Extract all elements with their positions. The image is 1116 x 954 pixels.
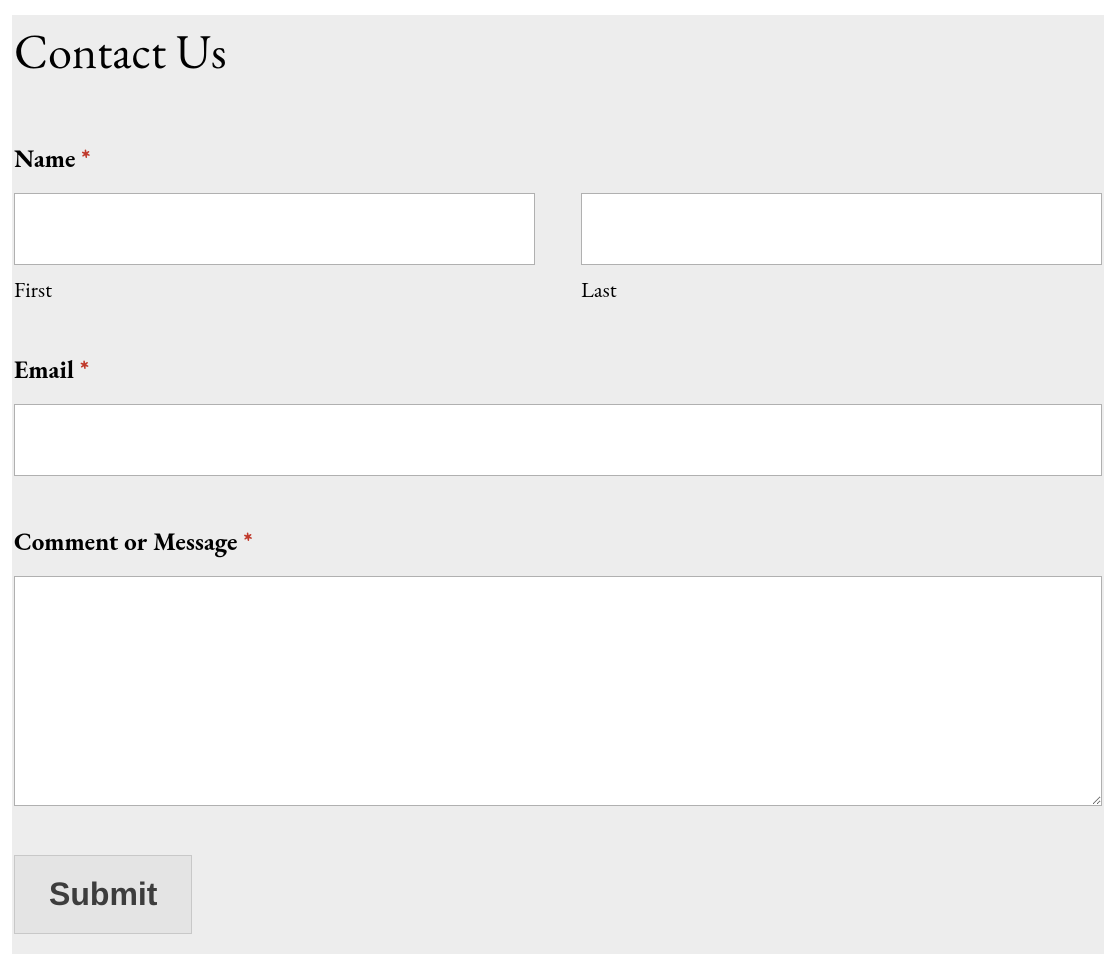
last-name-sublabel: Last (581, 275, 1102, 304)
field-group-email: Email * (12, 354, 1104, 476)
page: Contact Us Name * First Last Email (0, 15, 1116, 954)
email-input[interactable] (14, 404, 1102, 476)
email-required-mark: * (80, 354, 89, 386)
last-name-input[interactable] (581, 193, 1102, 265)
email-label-text: Email (14, 354, 74, 386)
contact-form-panel: Contact Us Name * First Last Email (12, 15, 1104, 954)
comment-label-text: Comment or Message (14, 526, 238, 558)
comment-label: Comment or Message * (14, 526, 1102, 558)
submit-button[interactable]: Submit (14, 855, 192, 934)
first-name-input[interactable] (14, 193, 535, 265)
field-group-comment: Comment or Message * (12, 526, 1104, 811)
field-group-name: Name * First Last (12, 143, 1104, 304)
first-name-sublabel: First (14, 275, 535, 304)
last-name-column: Last (581, 193, 1102, 304)
comment-textarea[interactable] (14, 576, 1102, 806)
name-required-mark: * (81, 143, 90, 175)
page-title: Contact Us (12, 15, 1104, 83)
email-label: Email * (14, 354, 1102, 386)
name-inputs-row: First Last (14, 193, 1102, 304)
name-label: Name * (14, 143, 1102, 175)
submit-wrap: Submit (12, 855, 1104, 934)
first-name-column: First (14, 193, 535, 304)
comment-required-mark: * (243, 526, 252, 558)
name-label-text: Name (14, 143, 75, 175)
